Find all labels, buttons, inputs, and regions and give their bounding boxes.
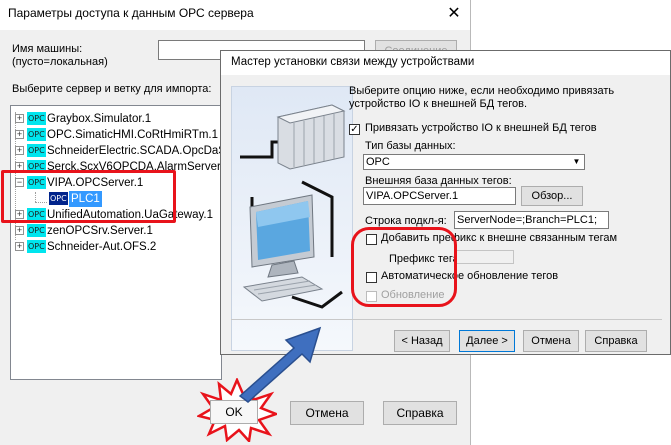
select-server-label: Выберите сервер и ветку для импорта: bbox=[12, 83, 212, 95]
close-icon[interactable]: ✕ bbox=[442, 2, 466, 26]
expand-icon[interactable]: + bbox=[15, 114, 24, 123]
opc-server-icon: OPC bbox=[27, 128, 46, 141]
connection-string-label: Строка подкл-я: bbox=[365, 215, 447, 227]
expand-icon[interactable]: + bbox=[15, 146, 24, 155]
dialog-title: Параметры доступа к данным ОРС сервера bbox=[8, 6, 254, 20]
bind-device-checkbox[interactable]: ✓ bbox=[349, 124, 360, 135]
external-db-label: Внешняя база данных тегов: bbox=[365, 175, 512, 187]
expand-icon[interactable]: + bbox=[15, 130, 24, 139]
tree-item-label: SchneiderElectric.SCADA.OpcDaSe bbox=[47, 145, 222, 157]
pointer-arrow-icon bbox=[238, 326, 322, 403]
wizard-description: Выберите опцию ниже, если необходимо при… bbox=[349, 85, 615, 110]
tree-item-label: zenOPCSrv.Server.1 bbox=[47, 225, 153, 237]
opc-server-icon: OPC bbox=[27, 112, 46, 125]
highlight-oval bbox=[351, 227, 457, 307]
cancel-button[interactable]: Отмена bbox=[290, 401, 364, 425]
opc-server-icon: OPC bbox=[27, 144, 46, 157]
help-button[interactable]: Справка bbox=[383, 401, 457, 425]
wizard-help-button[interactable]: Справка bbox=[585, 330, 647, 352]
tag-prefix-input[interactable] bbox=[454, 250, 514, 264]
tree-item-label: Schneider-Aut.OFS.2 bbox=[47, 241, 157, 253]
machine-name-label: Имя машины: (пусто=локальная) bbox=[12, 43, 108, 69]
network-computer-icon bbox=[232, 87, 352, 350]
chevron-down-icon[interactable]: ▼ bbox=[569, 155, 584, 169]
connection-string-input[interactable]: ServerNode=;Branch=PLC1; bbox=[454, 211, 609, 229]
external-db-input[interactable]: VIPA.OPCServer.1 bbox=[363, 187, 516, 205]
device-link-wizard: Мастер установки связи между устройствам… bbox=[220, 50, 671, 355]
tree-item-label: OPC.SimaticHMI.CoRtHmiRTm.1 bbox=[47, 129, 219, 141]
expand-icon[interactable]: + bbox=[15, 226, 24, 235]
wizard-illustration bbox=[231, 86, 353, 351]
db-type-value: OPC bbox=[366, 156, 390, 168]
wizard-cancel-button[interactable]: Отмена bbox=[523, 330, 579, 352]
tree-item-label: Graybox.Simulator.1 bbox=[47, 113, 152, 125]
ok-button[interactable]: OK bbox=[210, 400, 258, 424]
bind-device-label: Привязать устройство IO к внешней БД тег… bbox=[365, 122, 597, 134]
dialog-titlebar: Параметры доступа к данным ОРС сервера ✕ bbox=[0, 0, 470, 30]
next-button[interactable]: Далее > bbox=[459, 330, 515, 352]
db-type-select[interactable]: OPC ▼ bbox=[363, 154, 585, 170]
opc-server-icon: OPC bbox=[27, 240, 46, 253]
expand-icon[interactable]: + bbox=[15, 242, 24, 251]
server-tree[interactable]: + OPC Graybox.Simulator.1 + OPC OPC.Sima… bbox=[10, 105, 222, 380]
highlight-box bbox=[1, 170, 176, 223]
browse-button[interactable]: Обзор... bbox=[521, 186, 583, 206]
machine-name-label-line2: (пусто=локальная) bbox=[12, 56, 108, 68]
back-button[interactable]: < Назад bbox=[394, 330, 450, 352]
wizard-titlebar: Мастер установки связи между устройствам… bbox=[221, 51, 670, 75]
machine-name-label-line1: Имя машины: bbox=[12, 43, 83, 55]
db-type-label: Тип базы данных: bbox=[365, 140, 456, 152]
opc-server-icon: OPC bbox=[27, 224, 46, 237]
wizard-title: Мастер установки связи между устройствам… bbox=[231, 56, 475, 68]
